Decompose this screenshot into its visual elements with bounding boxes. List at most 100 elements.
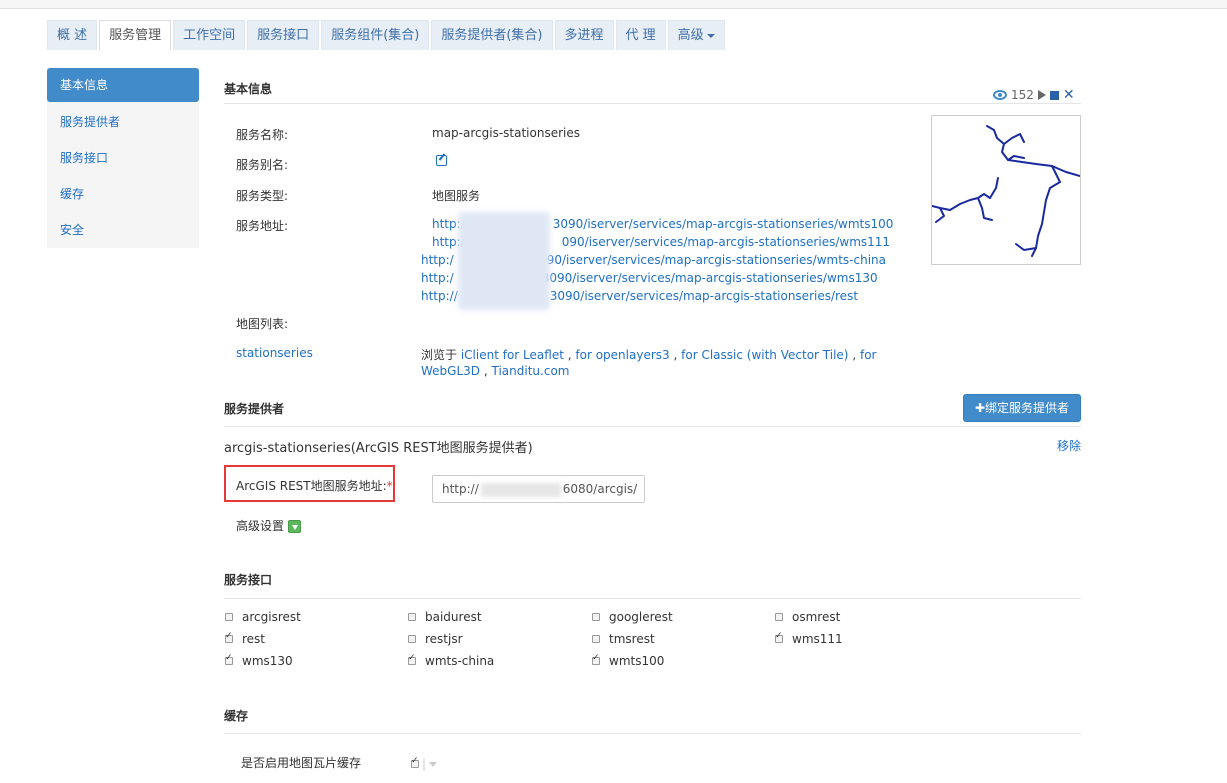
link-tianditu[interactable]: Tianditu.com [492,364,570,378]
input-suffix: 6080/arcgis/ [562,482,638,496]
plus-icon: ✚ [974,401,986,415]
link-iclient-leaflet[interactable]: iClient for Leaflet [461,348,564,362]
arcgis-address-label: ArcGIS REST地图服务地址:* [236,477,393,494]
tab-overview[interactable]: 概 述 [47,20,98,50]
service-address-label: 服务地址: [236,219,289,233]
browse-line-2: WebGL3D , Tianditu.com [421,364,569,378]
browse-prefix: 浏览于 [421,348,458,362]
browse-line-1: 浏览于 iClient for Leaflet , for openlayers… [421,346,876,363]
map-name-link[interactable]: stationseries [236,346,313,360]
checkbox-label: wms111 [792,632,843,646]
checkbox-wms130[interactable]: wms130 [225,653,293,668]
remove-provider-link[interactable]: 移除 [1057,437,1081,454]
chevron-down-icon [429,761,438,767]
url-suffix: 090/iserver/services/map-arcgis-stations… [561,235,891,249]
url-prefix: http:/ [421,253,454,267]
provider-name: arcgis-stationseries(ArcGIS REST地图服务提供者) [224,441,533,456]
play-icon[interactable] [1037,90,1046,100]
checkbox-baidurest[interactable]: baidurest [408,610,482,624]
divider [224,733,1081,734]
url-suffix: 90/iserver/services/map-arcgis-stationse… [546,253,886,267]
tab-workspace[interactable]: 工作空间 [173,20,246,50]
section-title-provider: 服务提供者 [224,402,285,416]
checkbox[interactable] [775,631,783,643]
tab-service-management[interactable]: 服务管理 [99,20,172,51]
checkbox-label: osmrest [792,610,841,624]
sidebar-item-security[interactable]: 安全 [47,212,199,248]
tab-multiprocess[interactable]: 多进程 [554,20,614,50]
map-lines [932,125,1080,257]
tab-advanced-label: 高级 [677,28,704,43]
checkbox[interactable] [225,653,233,665]
advanced-settings-label: 高级设置 [236,519,285,533]
bind-provider-label: 绑定服务提供者 [985,401,1070,415]
checkbox-label: wmts-china [425,654,495,668]
link-for[interactable]: for [860,348,877,362]
checkbox[interactable] [225,631,233,643]
expand-icon[interactable] [288,520,302,533]
checkbox[interactable] [408,635,416,643]
tab-service-interface[interactable]: 服务接口 [247,20,320,50]
checkbox[interactable] [775,613,783,621]
url-suffix: 3090/iserver/services/map-arcgis-station… [552,217,894,231]
checkbox-label: tmsrest [609,632,655,646]
checkbox-label: baidurest [425,610,482,624]
required-mark: * [386,479,393,493]
advanced-settings[interactable]: 高级设置 [236,517,302,534]
sep: , [852,348,857,362]
tab-service-providers[interactable]: 服务提供者(集合) [431,20,553,50]
redacted-ip [480,482,561,497]
checkbox[interactable] [408,653,416,665]
checkbox[interactable] [592,653,600,665]
checkbox-rest[interactable]: rest [225,631,266,646]
arcgis-address-text: ArcGIS REST地图服务地址: [236,479,387,493]
edit-icon[interactable] [436,155,447,166]
section-title-cache: 缓存 [224,709,249,723]
close-icon[interactable]: ✕ [1063,88,1075,102]
checkbox-osmrest[interactable]: osmrest [775,610,840,624]
checkbox-tmsrest[interactable]: tmsrest [592,632,655,646]
checkbox-wms111[interactable]: wms111 [775,631,843,646]
link-openlayers3[interactable]: for openlayers3 [575,348,669,362]
redacted-ip [458,212,550,310]
checkbox-label: wms130 [242,654,293,668]
checkbox-label: restjsr [425,632,463,646]
checkbox-wmts100[interactable]: wmts100 [592,653,664,668]
service-name-value: map-arcgis-stationseries [432,126,580,140]
tab-proxy[interactable]: 代 理 [615,20,666,50]
link-webgl3d[interactable]: WebGL3D [421,364,480,378]
tab-advanced[interactable]: 高级 [667,20,725,50]
url-suffix: 3090/iserver/services/map-arcgis-station… [549,289,859,303]
map-list-label: 地图列表: [236,317,289,331]
url-prefix: http:// [421,289,458,303]
sidebar-item-cache[interactable]: 缓存 [47,176,199,212]
main-tabs: 概 述 服务管理 工作空间 服务接口 服务组件(集合) 服务提供者(集合) 多进… [47,20,727,51]
checkbox[interactable] [592,613,600,621]
input-prefix: http:// [442,482,479,496]
checkbox[interactable] [225,613,233,621]
sidebar-item-service-provider[interactable]: 服务提供者 [47,104,199,140]
sep: , [567,348,572,362]
stop-icon[interactable] [1049,90,1059,100]
checkbox[interactable] [408,613,416,621]
checkbox[interactable] [411,756,419,768]
bind-provider-button[interactable]: ✚绑定服务提供者 [963,394,1081,422]
checkbox-label: googlerest [609,610,673,624]
checkbox-googlerest[interactable]: googlerest [592,610,673,624]
tile-cache-toggle[interactable]: | [411,756,438,771]
checkbox-label: rest [242,632,266,646]
map-thumbnail[interactable] [931,115,1081,265]
checkbox-arcgisrest[interactable]: arcgisrest [225,610,301,624]
checkbox-restjsr[interactable]: restjsr [408,632,463,646]
tab-service-components[interactable]: 服务组件(集合) [321,20,430,50]
divider [224,598,1081,599]
section-title-interfaces: 服务接口 [224,573,273,587]
checkbox[interactable] [592,635,600,643]
arcgis-address-input[interactable]: http:// 6080/arcgis/ [432,475,645,503]
sidebar-item-service-interface[interactable]: 服务接口 [47,140,199,176]
checkbox-wmts-china[interactable]: wmts-china [408,653,495,668]
tile-cache-label: 是否启用地图瓦片缓存 [241,756,362,770]
view-count: 152 [1011,88,1034,102]
sidebar-item-basic-info[interactable]: 基本信息 [47,68,199,102]
link-classic[interactable]: for Classic (with Vector Tile) [681,348,848,362]
